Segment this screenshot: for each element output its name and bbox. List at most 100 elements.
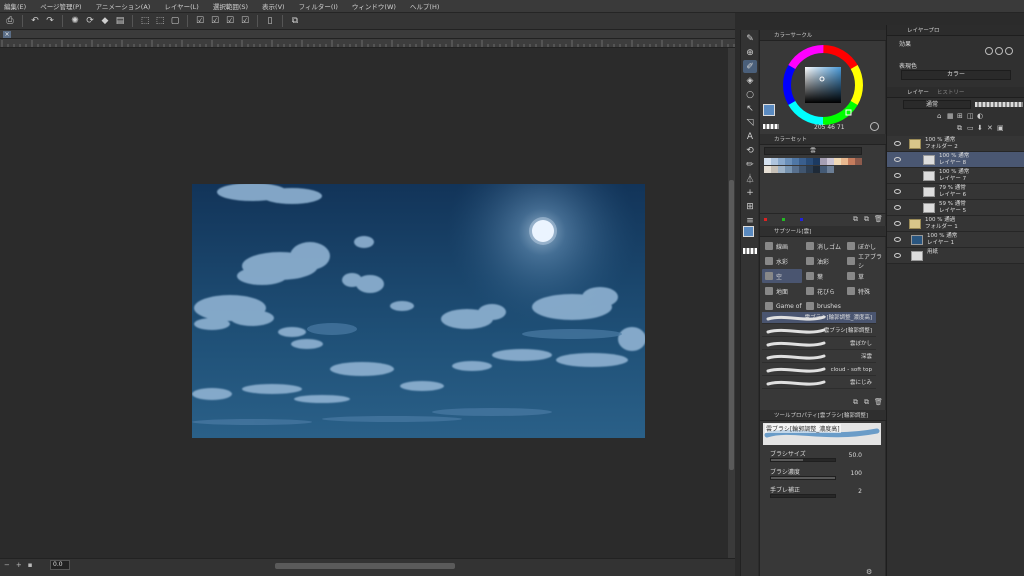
- ruler-icon[interactable]: ⏃: [743, 172, 757, 185]
- check-icon[interactable]: ☑: [239, 15, 251, 27]
- visibility-eye-icon[interactable]: [894, 189, 901, 194]
- menu-item[interactable]: フィルター(I): [299, 1, 338, 11]
- color-set-dropdown[interactable]: 雲: [764, 147, 862, 155]
- visibility-eye-icon[interactable]: [894, 205, 901, 210]
- layer-row[interactable]: 100 % 通常 レイヤー 1: [887, 232, 1024, 248]
- delete-icon[interactable]: ✕: [987, 124, 993, 132]
- sub-tool-group[interactable]: 水彩: [762, 254, 802, 268]
- sub-tool-group[interactable]: Game of: [762, 299, 802, 313]
- history-tab[interactable]: ヒストリー: [937, 88, 965, 96]
- color-swatch[interactable]: [771, 158, 778, 165]
- menu-item[interactable]: 選択範囲(S): [213, 1, 248, 11]
- menu-item[interactable]: 表示(V): [262, 1, 285, 11]
- fit-icon[interactable]: ▪: [28, 561, 33, 569]
- color-swatch[interactable]: [820, 166, 827, 173]
- pencil-icon[interactable]: ✏: [743, 158, 757, 171]
- transform-icon[interactable]: ⟳: [84, 15, 96, 27]
- color-effect-icon[interactable]: [1005, 47, 1013, 55]
- grid-icon[interactable]: ⊞: [743, 200, 757, 213]
- copy-icon[interactable]: ⧉: [864, 398, 869, 407]
- color-swatch[interactable]: [820, 158, 827, 165]
- fill-icon[interactable]: ◆: [99, 15, 111, 27]
- clip-icon[interactable]: ▦: [947, 112, 954, 120]
- new-folder-icon[interactable]: ▭: [967, 124, 974, 132]
- sub-tool-group[interactable]: 葉: [803, 269, 843, 283]
- color-swatch[interactable]: [799, 166, 806, 173]
- close-tab-button[interactable]: ×: [3, 31, 11, 38]
- display-color-dropdown[interactable]: カラー: [901, 70, 1011, 80]
- color-swatch[interactable]: [778, 158, 785, 165]
- brush-density-slider[interactable]: [770, 476, 836, 480]
- layer-row[interactable]: 59 % 通常 レイヤー 5: [887, 200, 1024, 216]
- color-swatch[interactable]: [792, 166, 799, 173]
- lasso-icon[interactable]: ○: [743, 88, 757, 101]
- more-icon[interactable]: ▣: [997, 124, 1004, 132]
- horizontal-scroll-thumb[interactable]: [275, 563, 455, 569]
- sub-tool-item[interactable]: 雲ブラシ[輪郭調整]: [762, 325, 876, 337]
- sub-tool-group[interactable]: brushes: [803, 299, 843, 313]
- layer-row[interactable]: 79 % 通常 レイヤー 6: [887, 184, 1024, 200]
- sub-tool-group[interactable]: エアブラシ: [844, 254, 884, 270]
- layer-row[interactable]: 100 % 通常 フォルダー 2: [887, 136, 1024, 152]
- export-icon[interactable]: ⧉: [289, 15, 301, 27]
- add-icon[interactable]: +: [743, 186, 757, 199]
- color-swatch[interactable]: [764, 158, 771, 165]
- color-swatch[interactable]: [827, 158, 834, 165]
- zoom-in-icon[interactable]: +: [16, 561, 22, 569]
- stabilization-slider[interactable]: [770, 494, 836, 498]
- sub-tool-item[interactable]: 雲ブラシ[輪郭調整_濃度高]: [762, 312, 876, 324]
- rotate-icon[interactable]: ⟲: [743, 144, 757, 157]
- select-all-icon[interactable]: ⬚: [154, 15, 166, 27]
- sub-tool-group[interactable]: 地面: [762, 284, 802, 298]
- opacity-slider[interactable]: [975, 102, 1023, 107]
- add-icon[interactable]: ⧉: [853, 215, 858, 224]
- main-color-swatch[interactable]: [743, 226, 754, 237]
- device-icon[interactable]: ▯: [264, 15, 276, 27]
- visibility-eye-icon[interactable]: [894, 157, 901, 162]
- brush-size-slider[interactable]: [770, 458, 836, 462]
- color-mode-icon[interactable]: [870, 122, 879, 131]
- undo-icon[interactable]: ↶: [29, 15, 41, 27]
- move-icon[interactable]: ↖: [743, 102, 757, 115]
- visibility-eye-icon[interactable]: [894, 221, 901, 226]
- add-icon[interactable]: ⧉: [853, 398, 858, 407]
- visibility-eye-icon[interactable]: [894, 253, 901, 258]
- palette-icon[interactable]: ◐: [977, 112, 983, 120]
- color-swatch[interactable]: [841, 158, 848, 165]
- brush-density-value[interactable]: 100: [838, 470, 862, 477]
- sub-tool-group[interactable]: 草: [844, 269, 884, 283]
- check-icon[interactable]: ☑: [194, 15, 206, 27]
- redo-icon[interactable]: ↷: [44, 15, 56, 27]
- color-swatch[interactable]: [848, 158, 855, 165]
- sub-tool-group[interactable]: 油彩: [803, 254, 843, 268]
- ref-icon[interactable]: ⊞: [957, 112, 963, 120]
- sub-tool-group[interactable]: 特殊: [844, 284, 884, 298]
- menu-item[interactable]: ウィンドウ(W): [352, 1, 396, 11]
- text-icon[interactable]: A: [743, 130, 757, 143]
- blend-mode-dropdown[interactable]: 通常: [903, 100, 971, 109]
- color-preview-main[interactable]: [763, 104, 775, 116]
- layer-row[interactable]: 100 % 通常 レイヤー 8: [887, 152, 1024, 168]
- tone-effect-icon[interactable]: [995, 47, 1003, 55]
- color-swatch[interactable]: [785, 158, 792, 165]
- sun-icon[interactable]: ✺: [69, 15, 81, 27]
- layer-tab[interactable]: レイヤー: [907, 88, 929, 96]
- check-icon[interactable]: ☑: [209, 15, 221, 27]
- layer-row[interactable]: 用紙: [887, 248, 1024, 264]
- color-swatch[interactable]: [778, 166, 785, 173]
- visibility-eye-icon[interactable]: [894, 237, 901, 242]
- transparent-color-swatch[interactable]: [743, 248, 757, 254]
- trash-icon[interactable]: 🗑: [874, 398, 883, 406]
- sub-tool-item[interactable]: 深雲: [762, 351, 876, 363]
- transparent-preview[interactable]: [763, 124, 779, 129]
- visibility-eye-icon[interactable]: [894, 173, 901, 178]
- color-swatch[interactable]: [813, 166, 820, 173]
- lock-icon[interactable]: ⌂: [937, 112, 941, 120]
- pen-icon[interactable]: ✎: [743, 32, 757, 45]
- color-swatch[interactable]: [813, 158, 820, 165]
- layer-property-tab[interactable]: レイヤープロ: [907, 26, 940, 34]
- sub-tool-item[interactable]: cloud - soft top: [762, 364, 876, 376]
- menu-item[interactable]: レイヤー(L): [164, 1, 199, 11]
- sub-tool-group[interactable]: 消しゴム: [803, 239, 843, 253]
- color-swatch[interactable]: [855, 158, 862, 165]
